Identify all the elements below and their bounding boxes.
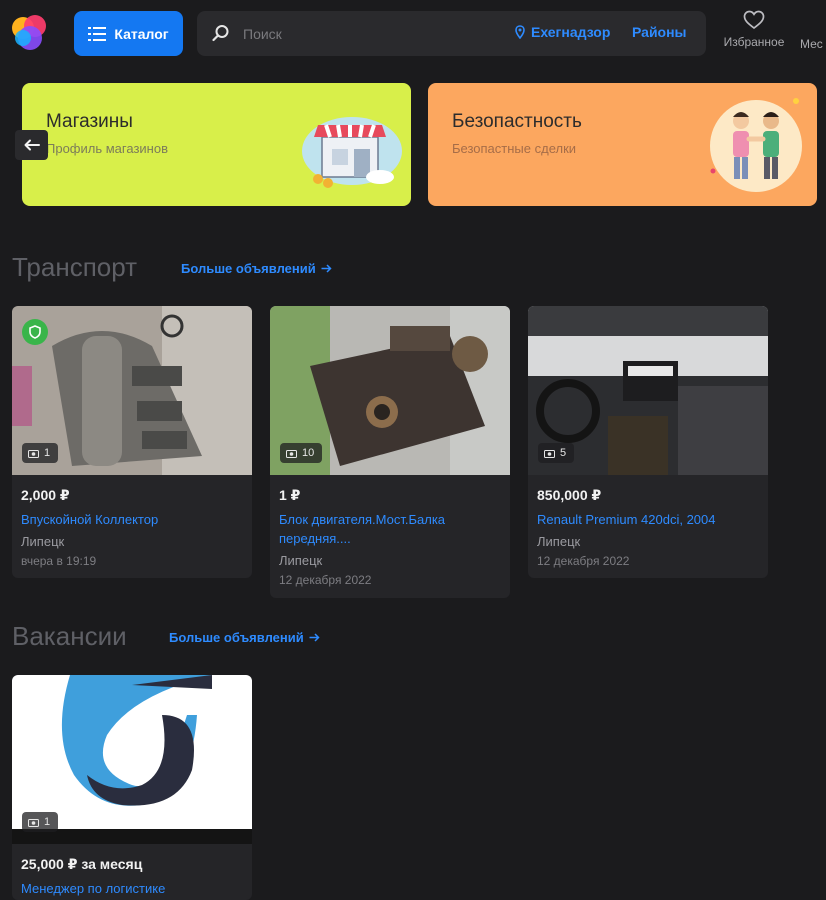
transport-section-title: Транспорт — [12, 252, 138, 282]
photo-count: 10 — [302, 447, 315, 459]
location-selector[interactable]: Ехегнадзор — [515, 24, 610, 40]
carousel-prev-button[interactable] — [15, 130, 48, 160]
listing-card[interactable]: 1 2,000 ₽ Впускойной Коллектор Липецк вч… — [12, 306, 252, 578]
favorites-label: Избранное — [723, 35, 785, 49]
listing-city: Липецк — [537, 534, 581, 549]
shield-icon — [29, 325, 41, 339]
listing-date: 12 декабря 2022 — [279, 573, 372, 587]
camera-icon — [28, 449, 39, 458]
messages-button[interactable]: Мес — [800, 37, 823, 51]
listing-photo[interactable]: 1 — [12, 306, 252, 475]
search-icon — [212, 25, 229, 42]
listing-price: 2,000 ₽ — [21, 487, 70, 503]
heart-icon — [743, 10, 765, 30]
catalog-label: Каталог — [114, 25, 169, 42]
transport-more-label: Больше объявлений — [181, 261, 316, 276]
listing-price: 25,000 ₽ за месяц — [21, 856, 143, 872]
listing-photo[interactable]: 1 — [12, 675, 252, 844]
verified-badge — [22, 319, 48, 345]
listing-city: Липецк — [21, 534, 65, 549]
listing-date: вчера в 19:19 — [21, 554, 97, 568]
location-pin-icon — [515, 25, 525, 39]
listing-title[interactable]: Renault Premium 420dci, 2004 — [537, 510, 759, 529]
header: Каталог Ехегнадзор Районы Избранное Мес — [0, 0, 826, 64]
photo-count: 5 — [560, 447, 567, 459]
listing-card[interactable]: 5 850,000 ₽ Renault Premium 420dci, 2004… — [528, 306, 768, 578]
listing-title[interactable]: Блок двигателя.Мост.Балка передняя.... — [279, 510, 501, 548]
arrow-left-icon — [24, 139, 40, 151]
banner-safety[interactable]: Безопастность Безопастные сделки — [428, 83, 817, 206]
listing-price: 1 ₽ — [279, 487, 301, 503]
camera-icon — [28, 818, 39, 827]
storefront-illustration — [302, 117, 402, 188]
listing-photo[interactable]: 10 — [270, 306, 510, 475]
photo-count-badge: 10 — [280, 443, 323, 463]
banner-shops-title: Магазины — [46, 111, 133, 132]
listing-price: 850,000 ₽ — [537, 487, 602, 503]
listing-card[interactable]: 10 1 ₽ Блок двигателя.Мост.Балка передня… — [270, 306, 510, 598]
vacancies-section-title: Вакансии — [12, 621, 127, 651]
location-label: Ехегнадзор — [531, 24, 611, 40]
list-icon — [88, 26, 107, 41]
photo-count: 1 — [44, 816, 51, 828]
logo[interactable] — [10, 12, 48, 52]
vacancies-more-label: Больше объявлений — [169, 630, 304, 645]
search-input[interactable] — [243, 21, 493, 46]
listing-city: Липецк — [279, 553, 323, 568]
handshake-illustration — [710, 98, 802, 192]
search-bar[interactable]: Ехегнадзор Районы — [197, 11, 706, 56]
arrow-right-icon — [321, 264, 332, 273]
photo-count: 1 — [44, 447, 51, 459]
camera-icon — [286, 449, 297, 458]
photo-count-badge: 5 — [538, 443, 575, 463]
camera-icon — [544, 449, 555, 458]
banner-safety-subtitle: Безопастные сделки — [452, 141, 577, 156]
favorites-button[interactable]: Избранное — [716, 10, 792, 49]
photo-count-badge: 1 — [22, 812, 59, 832]
transport-more-link[interactable]: Больше объявлений — [181, 261, 332, 276]
vacancies-more-link[interactable]: Больше объявлений — [169, 630, 320, 645]
banner-shops-subtitle: Профиль магазинов — [46, 141, 168, 156]
listing-title[interactable]: Впускойной Коллектор — [21, 510, 243, 529]
listing-date: 12 декабря 2022 — [537, 554, 630, 568]
photo-count-badge: 1 — [22, 443, 59, 463]
banner-shops[interactable]: Магазины Профиль магазинов — [22, 83, 411, 206]
districts-link[interactable]: Районы — [632, 24, 687, 40]
listing-photo[interactable]: 5 — [528, 306, 768, 475]
banner-safety-title: Безопастность — [452, 111, 582, 132]
listing-card[interactable]: 1 25,000 ₽ за месяц Менеджер по логистик… — [12, 675, 252, 900]
catalog-button[interactable]: Каталог — [74, 11, 183, 56]
arrow-right-icon — [309, 633, 320, 642]
listing-title[interactable]: Менеджер по логистике — [21, 879, 243, 898]
